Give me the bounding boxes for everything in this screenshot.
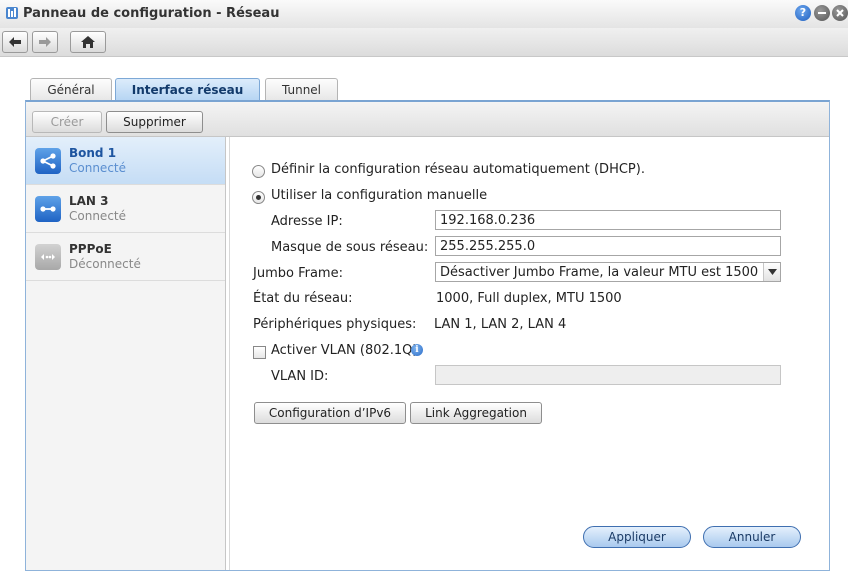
- window-titlebar: Panneau de configuration - Réseau ?: [0, 0, 848, 28]
- physical-devices-label: Périphériques physiques:: [253, 317, 417, 332]
- vlan-id-label: VLAN ID:: [271, 369, 329, 384]
- lan-link-icon: [35, 196, 61, 222]
- pppoe-link-icon: [35, 244, 61, 270]
- cancel-button[interactable]: Annuler: [703, 526, 801, 548]
- create-button[interactable]: Créer: [32, 111, 102, 133]
- jumbo-frame-value: Désactiver Jumbo Frame, la valeur MTU es…: [440, 265, 759, 280]
- bond-share-icon: [35, 148, 61, 174]
- interface-status: Connecté: [69, 209, 126, 223]
- back-button[interactable]: [2, 31, 28, 53]
- chevron-down-icon[interactable]: [763, 263, 780, 281]
- home-icon: [81, 36, 95, 48]
- forward-button[interactable]: [32, 31, 58, 53]
- info-icon[interactable]: i: [411, 344, 423, 356]
- link-aggregation-button[interactable]: Link Aggregation: [410, 402, 542, 424]
- interface-list: Bond 1 Connecté LAN 3 Connecté PPPoE Déc…: [26, 137, 226, 570]
- list-divider: [229, 137, 230, 570]
- help-button[interactable]: ?: [795, 5, 811, 21]
- interface-name: PPPoE: [69, 242, 112, 256]
- ip-address-label: Adresse IP:: [271, 214, 343, 229]
- interface-status: Connecté: [69, 161, 126, 175]
- manual-config-radio[interactable]: [252, 191, 265, 204]
- jumbo-frame-select[interactable]: Désactiver Jumbo Frame, la valeur MTU es…: [435, 262, 781, 282]
- interface-item-lan3[interactable]: LAN 3 Connecté: [26, 185, 225, 233]
- vlan-checkbox[interactable]: [253, 346, 266, 359]
- interface-name: Bond 1: [69, 146, 117, 160]
- minimize-button[interactable]: [814, 5, 830, 21]
- control-panel-icon: [6, 7, 18, 19]
- tab-general[interactable]: Général: [30, 78, 112, 101]
- interface-status: Déconnecté: [69, 257, 141, 271]
- dhcp-radio[interactable]: [252, 165, 265, 178]
- interface-item-pppoe[interactable]: PPPoE Déconnecté: [26, 233, 225, 281]
- jumbo-frame-label: Jumbo Frame:: [253, 266, 343, 281]
- interface-item-bond1[interactable]: Bond 1 Connecté: [26, 137, 225, 185]
- ipv6-config-button[interactable]: Configuration d’IPv6: [254, 402, 406, 424]
- minimize-icon: [818, 12, 826, 14]
- subnet-mask-input[interactable]: 255.255.255.0: [435, 236, 781, 256]
- vlan-label: Activer VLAN (802.1Q): [271, 343, 418, 358]
- tab-network-interface[interactable]: Interface réseau: [115, 78, 260, 101]
- dhcp-label: Définir la configuration réseau automati…: [271, 162, 645, 177]
- network-state-value: 1000, Full duplex, MTU 1500: [436, 291, 622, 306]
- window-title: Panneau de configuration - Réseau: [23, 6, 280, 21]
- delete-button[interactable]: Supprimer: [106, 111, 203, 133]
- subnet-mask-label: Masque de sous réseau:: [271, 240, 429, 255]
- tab-tunnel[interactable]: Tunnel: [265, 78, 338, 101]
- navigation-toolbar: [0, 28, 848, 57]
- arrow-right-icon: [39, 37, 51, 47]
- close-icon: [836, 9, 844, 17]
- network-state-label: État du réseau:: [253, 291, 353, 306]
- manual-config-label: Utiliser la configuration manuelle: [271, 188, 488, 203]
- vlan-id-input[interactable]: [435, 365, 781, 385]
- network-interface-panel: Créer Supprimer Bond 1 Connecté LAN 3 Co…: [25, 100, 830, 571]
- interface-toolbar: Créer Supprimer: [26, 102, 829, 137]
- ip-address-input[interactable]: 192.168.0.236: [435, 210, 781, 230]
- home-button[interactable]: [70, 31, 106, 53]
- close-button[interactable]: [832, 5, 848, 21]
- physical-devices-value: LAN 1, LAN 2, LAN 4: [434, 317, 567, 332]
- arrow-left-icon: [9, 37, 21, 47]
- apply-button[interactable]: Appliquer: [583, 526, 691, 548]
- interface-name: LAN 3: [69, 194, 109, 208]
